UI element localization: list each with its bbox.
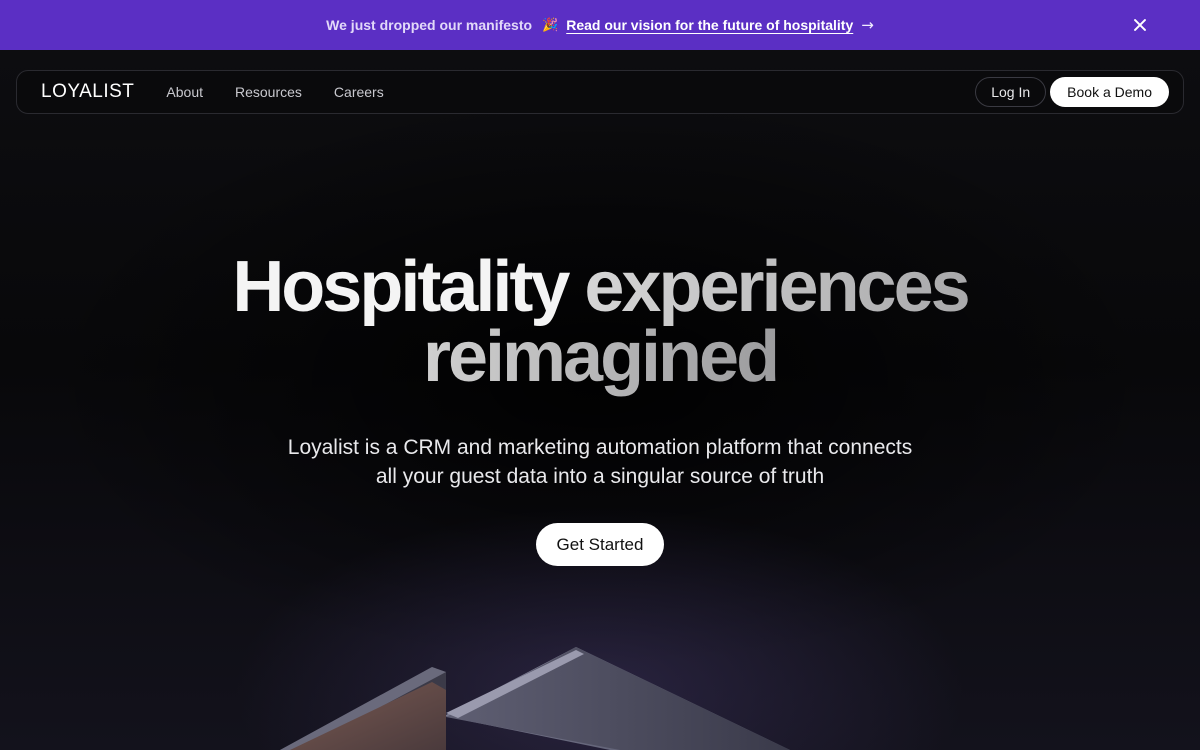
hero-subtitle: Loyalist is a CRM and marketing automati… [250,433,950,491]
close-icon[interactable] [1130,15,1150,35]
hero-subtitle-line-2: all your guest data into a singular sour… [375,465,825,488]
hero-title-word-reimagined: reimagined [422,317,780,397]
hero-title: Hospitality experiences reimagined [0,251,1200,393]
nav-link-careers[interactable]: Careers [334,84,384,100]
loyalist-logo[interactable]: LOYALIST [41,81,134,103]
top-navigation: LOYALIST About Resources Careers Log In … [16,70,1184,114]
manifesto-link[interactable]: Read our vision for the future of hospit… [566,17,853,33]
hero-illustration [280,647,790,750]
book-demo-button[interactable]: Book a Demo [1050,77,1169,107]
announcement-banner: We just dropped our manifesto 🎉 Read our… [0,0,1200,50]
box-right-face [446,647,790,750]
hero-title-word-experiences: experiences [584,247,970,327]
hero-subtitle-line-1: Loyalist is a CRM and marketing automati… [287,436,913,459]
arrow-right-icon[interactable]: → [861,16,874,34]
party-popper-icon: 🎉 [542,17,559,33]
nav-link-about[interactable]: About [166,84,203,100]
front-panel [290,682,446,750]
login-button[interactable]: Log In [975,77,1047,107]
hero-title-word-hospitality: Hospitality [232,247,570,327]
banner-message: We just dropped our manifesto [326,17,533,33]
nav-link-resources[interactable]: Resources [235,84,302,100]
get-started-button[interactable]: Get Started [536,523,664,566]
